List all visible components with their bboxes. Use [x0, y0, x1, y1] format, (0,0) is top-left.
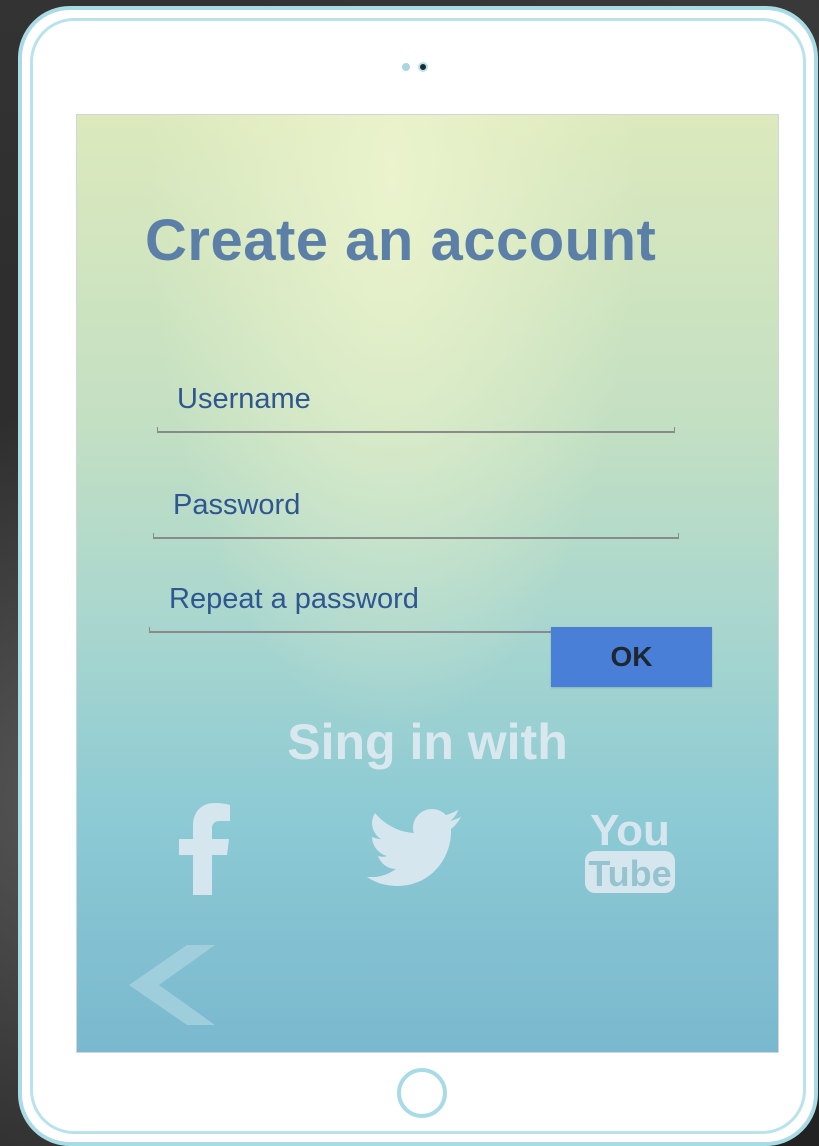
- ok-button[interactable]: OK: [551, 627, 712, 687]
- youtube-logo-bottom: Tube: [588, 853, 671, 894]
- youtube-icon[interactable]: You Tube: [583, 805, 677, 902]
- password-field[interactable]: Password: [153, 489, 679, 539]
- tablet-frame: Create an account Username Password Repe…: [18, 6, 818, 1146]
- password-underline: [153, 533, 679, 539]
- youtube-logo-top: You: [590, 806, 670, 855]
- username-field[interactable]: Username: [157, 383, 675, 433]
- page-title: Create an account: [145, 208, 657, 273]
- repeat-password-field[interactable]: Repeat a password: [149, 583, 675, 633]
- twitter-icon[interactable]: [365, 807, 463, 894]
- username-underline: [157, 427, 675, 433]
- username-label: Username: [177, 383, 311, 415]
- password-label: Password: [173, 489, 301, 521]
- repeat-password-label: Repeat a password: [169, 583, 419, 615]
- camera-lens: [418, 62, 428, 72]
- camera: [402, 62, 428, 72]
- signin-label: Sing in with: [287, 714, 568, 770]
- home-button[interactable]: [397, 1068, 447, 1118]
- app-screen: Create an account Username Password Repe…: [76, 114, 779, 1053]
- sensor-dot: [402, 63, 410, 71]
- chevron-left-icon[interactable]: [127, 943, 219, 1032]
- facebook-icon[interactable]: [177, 803, 231, 900]
